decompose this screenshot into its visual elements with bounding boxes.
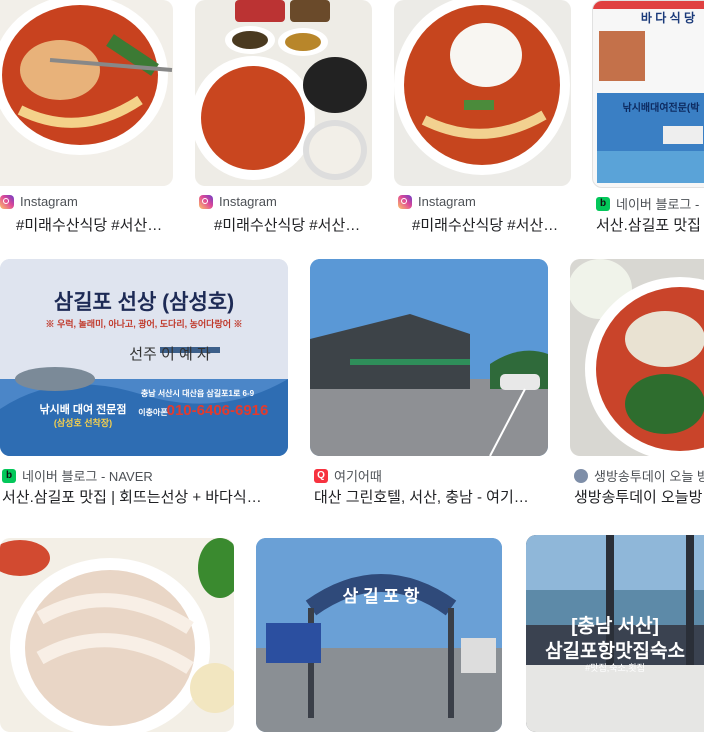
result-image-8[interactable] <box>0 538 234 732</box>
result-image-10[interactable]: [충남 서산] 삼길포항맛집숙소 #맛집,숙소,횟집 <box>526 535 704 732</box>
card-phone: 010-6406-6916 <box>166 402 269 419</box>
source-label: 여기어때 <box>334 469 382 484</box>
instagram-icon <box>199 194 213 209</box>
globe-icon <box>574 468 588 483</box>
result-title-6[interactable]: 대산 그린호텔, 서산, 충남 - 여기… <box>314 486 546 507</box>
result-image-5[interactable]: 삼길포 선상 (삼성호) ※ 우럭, 놀래미, 아나고, 광어, 도다리, 농어… <box>0 259 288 456</box>
noodle-bowl-photo <box>0 0 173 155</box>
rice-noodle-bowl-photo <box>394 0 570 175</box>
source-label: 생방송투데이 오늘 방 <box>594 469 704 484</box>
yeogi-icon: Q <box>314 468 328 483</box>
hotel-building-photo <box>310 259 548 456</box>
result-image-7[interactable] <box>570 259 704 456</box>
source-label: Instagram <box>418 194 476 209</box>
result-source-3[interactable]: Instagram <box>398 194 476 209</box>
result-image-2[interactable] <box>195 0 372 186</box>
card-tag2: (삼성호 선착장) <box>53 418 113 428</box>
result-title-5[interactable]: 서산.삼길포 맛집 | 회뜨는선상 + 바다식… <box>2 486 286 507</box>
result-image-3[interactable] <box>394 0 571 186</box>
menu-flyer-photo <box>593 1 704 183</box>
result-image-9[interactable]: 삼 길 포 항 <box>256 538 502 732</box>
result-image-1[interactable] <box>0 0 173 186</box>
overlay-line-1: [충남 서산] <box>571 616 659 637</box>
cold-noodle-photo <box>570 259 704 456</box>
naver-blog-icon: b <box>2 468 16 483</box>
overlay-line-3: #맛집,숙소,횟집 <box>585 663 645 673</box>
card-address: 충남 서산시 대산읍 삼길포1로 6-9 <box>140 389 255 398</box>
result-source-5[interactable]: b 네이버 블로그 - NAVER <box>2 466 153 485</box>
source-label: 네이버 블로그 - <box>616 197 700 212</box>
naver-blog-icon: b <box>596 196 610 211</box>
overlay-line-2: 삼길포항맛집숙소 <box>545 641 685 662</box>
instagram-icon <box>398 194 412 209</box>
instagram-icon <box>0 194 14 209</box>
result-title-2[interactable]: #미래수산식당 #서산… <box>214 214 374 235</box>
port-arch-photo <box>256 538 502 732</box>
result-title-4[interactable]: 서산.삼길포 맛집 <box>596 214 704 235</box>
source-label: 네이버 블로그 - NAVER <box>22 469 153 484</box>
card-subtitle: ※ 우럭, 놀래미, 아나고, 광어, 도다리, 농어다랑어 ※ <box>45 319 243 329</box>
result-title-1[interactable]: #미래수산식당 #서산… <box>16 214 176 235</box>
menu-flyer-sub: 낚시배대여전문(박 <box>622 103 700 114</box>
source-label: Instagram <box>219 194 277 209</box>
result-title-3[interactable]: #미래수산식당 #서산… <box>412 214 572 235</box>
table-meal-photo <box>195 0 367 180</box>
result-title-7[interactable]: 생방송투데이 오늘방 <box>574 486 704 507</box>
result-source-6[interactable]: Q 여기어때 <box>314 466 382 485</box>
result-image-6[interactable] <box>310 259 548 456</box>
result-source-1[interactable]: Instagram <box>0 194 78 209</box>
card-title: 삼길포 선상 (삼성호) <box>53 291 235 314</box>
result-source-7[interactable]: 생방송투데이 오늘 방 <box>574 466 704 485</box>
menu-flyer-title: 바 다 식 당 <box>640 11 696 25</box>
card-tag: 낚시배 대여 전문점 <box>39 404 127 416</box>
result-source-2[interactable]: Instagram <box>199 194 277 209</box>
arch-sign-text: 삼 길 포 항 <box>342 587 420 606</box>
card-name: 선주 이 예 자 <box>129 346 211 363</box>
result-source-4[interactable]: b 네이버 블로그 - <box>596 194 699 213</box>
source-label: Instagram <box>20 194 78 209</box>
sashimi-platter-photo <box>0 538 234 732</box>
result-image-4[interactable]: 바 다 식 당 낚시배대여전문(박 <box>592 0 704 188</box>
